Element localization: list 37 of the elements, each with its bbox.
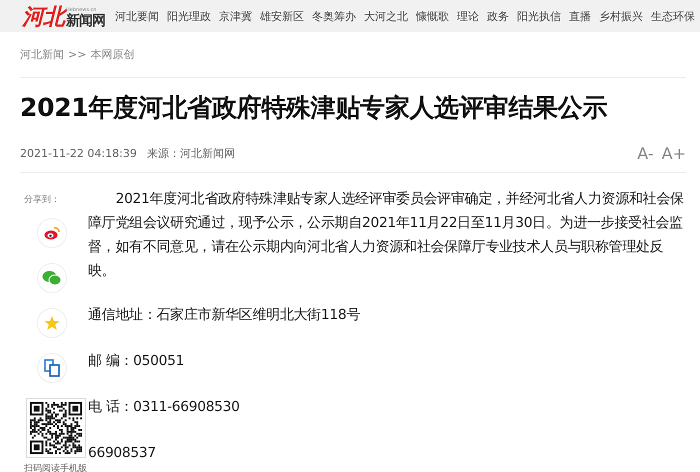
logo-name[interactable]: 新闻网 [66,13,105,29]
font-size-button[interactable]: A- [637,144,654,162]
paragraph: 2021年度河北省政府特殊津贴专家人选经评审委员会评审确定，并经河北省人力资源和社会保障厅党组会议研究通过，现予公示，公示期自2021年11月22日至11月30日。为进一步接受社会监督，如有不同意见，请在公示期内向河北省人力资源和社会保障厅专业技术人员与职称管理处反映。 [88,190,685,281]
share-button[interactable] [37,353,67,383]
share-button[interactable] [37,263,67,293]
paragraph: 电 话：0311-66908530 [88,398,241,417]
paragraph: 邮 编：050051 [88,352,186,371]
chat-bubbles-icon [42,270,62,286]
nav-link[interactable]: 理论 [457,8,479,24]
nav-link[interactable]: 冬奥筹办 [312,8,356,24]
breadcrumb-separator: >> [68,48,86,61]
paragraph: 通信地址：石家庄市新华区维明北大街118号 [88,306,362,325]
share-label: 分享到： [24,194,60,206]
share-button[interactable] [37,218,67,248]
paragraph: 66908537 [88,444,157,463]
qr-caption: 扫码阅读手机版 [24,462,87,472]
publish-time: 2021-11-22 04:18:39 [20,146,137,160]
article-source: 来源：河北新闻网 [146,146,235,160]
copy-icon [44,359,60,377]
nav-link[interactable]: 政务 [487,8,509,24]
nav-link[interactable]: 乡村振兴 [599,8,643,24]
nav-link[interactable]: 阳光理政 [167,8,211,24]
breadcrumb-link[interactable]: 河北新闻 [20,47,64,62]
weibo-icon [44,226,60,240]
star-icon [44,315,60,331]
article-title: 2021年度河北省政府特殊津贴专家人选评审结果公示 [20,92,608,124]
font-size-button[interactable]: A+ [662,144,686,162]
breadcrumb-link[interactable]: 本网原创 [90,47,134,62]
nav-link[interactable]: 大河之北 [364,8,408,24]
qr-code-icon [28,400,84,456]
nav-link[interactable]: 河北要闻 [115,8,159,24]
nav-link[interactable]: 直播 [569,8,591,24]
nav-link[interactable]: 雄安新区 [260,8,304,24]
nav-link[interactable]: 阳光执信 [517,8,561,24]
nav-link[interactable]: 生态环保 [651,8,695,24]
nav-link[interactable]: 慷慨歌 [416,8,449,24]
nav-link[interactable]: 京津冀 [219,8,252,24]
